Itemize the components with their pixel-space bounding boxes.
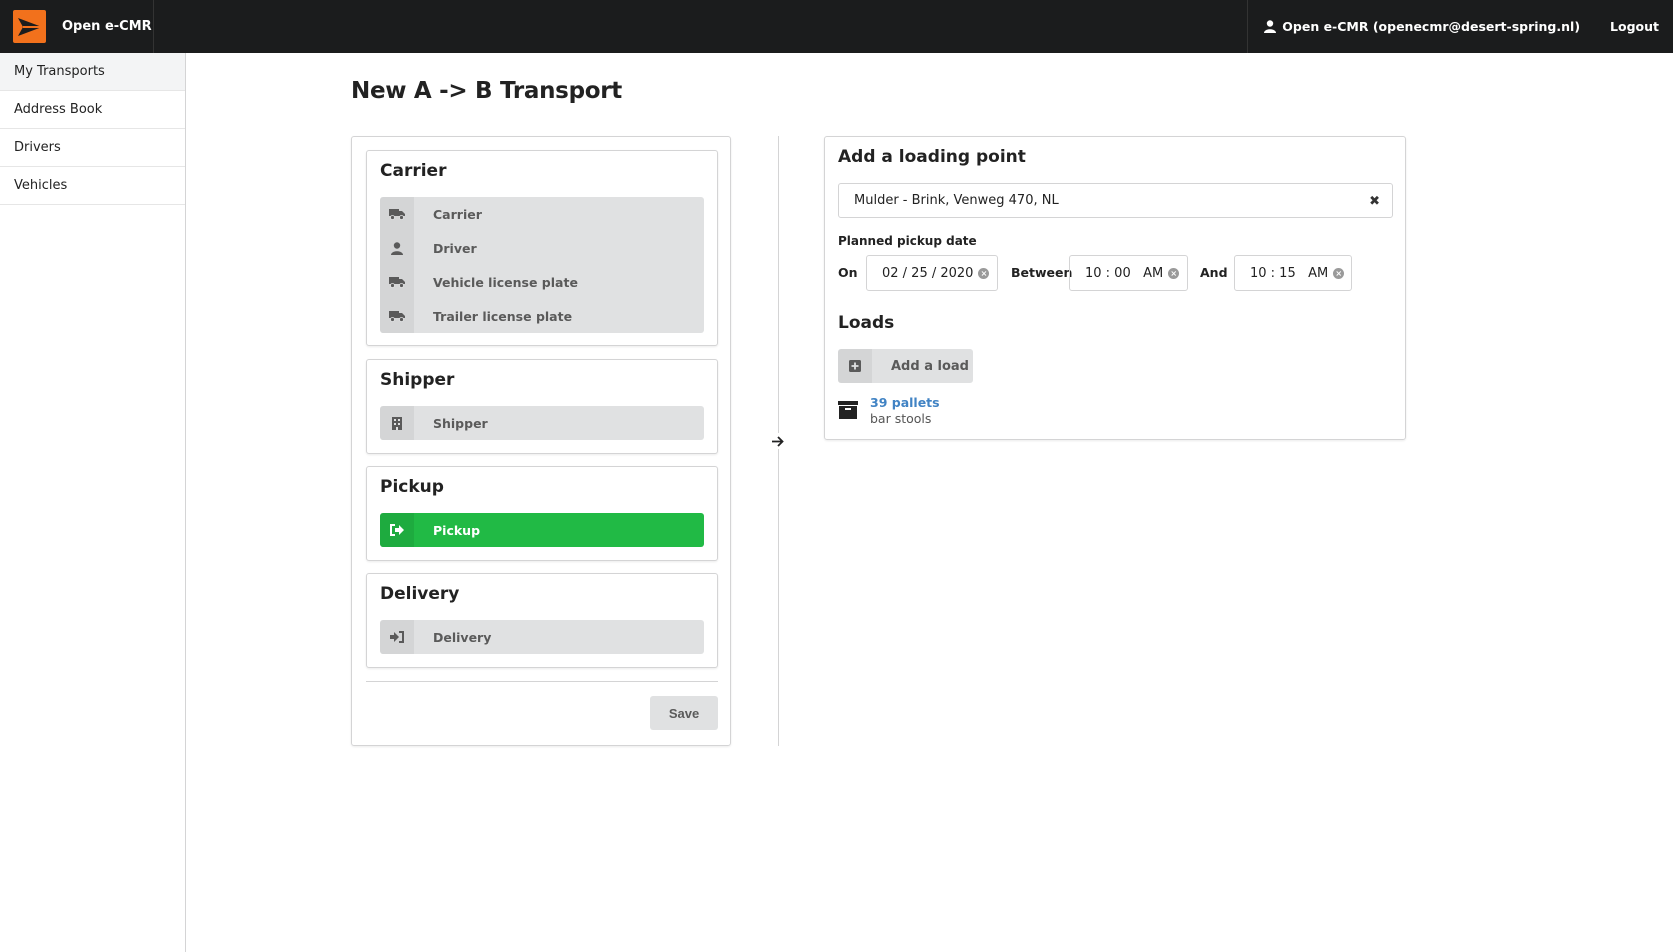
user-menu[interactable]: Open e-CMR (openecmr@desert-spring.nl) — [1247, 0, 1596, 53]
time-to-input[interactable]: 10 : 15 AM × — [1234, 255, 1352, 291]
driver-field-label: Driver — [433, 240, 477, 256]
user-icon — [1264, 20, 1277, 33]
loading-address-value: Mulder - Brink, Venweg 470, NL — [854, 193, 1059, 208]
pickup-date-row: On 02 / 25 / 2020 × Between 10 : 00 AM ×… — [838, 255, 1398, 291]
driver-field[interactable]: Driver — [380, 231, 704, 265]
transport-form-panel: Carrier Carrier Driver Vehicle license p… — [351, 136, 731, 746]
pickup-card: Pickup Pickup — [366, 466, 718, 561]
time-from-value: 10 : 00 AM — [1085, 265, 1164, 281]
load-quantity-link[interactable]: 39 pallets — [870, 395, 940, 410]
pickup-card-title: Pickup — [380, 477, 444, 497]
on-label: On — [838, 265, 858, 280]
truck-icon — [380, 265, 414, 299]
loading-point-title: Add a loading point — [838, 147, 1026, 167]
trailer-license-plate-field[interactable]: Trailer license plate — [380, 299, 704, 333]
shipper-field-label: Shipper — [433, 415, 488, 431]
user-label: Open e-CMR (openecmr@desert-spring.nl) — [1282, 19, 1581, 34]
add-load-label: Add a load — [891, 358, 969, 374]
sidebar: My Transports Address Book Drivers Vehic… — [0, 53, 186, 952]
logout-button[interactable]: Logout — [1596, 0, 1673, 53]
sidebar-item-my-transports[interactable]: My Transports — [0, 53, 185, 91]
shipper-card-title: Shipper — [380, 370, 455, 390]
delivery-field-label: Delivery — [433, 629, 492, 645]
add-load-button[interactable]: Add a load — [838, 349, 973, 383]
carrier-card-title: Carrier — [380, 161, 447, 181]
sidebar-item-vehicles[interactable]: Vehicles — [0, 167, 185, 205]
vehicle-license-plate-label: Vehicle license plate — [433, 274, 578, 290]
user-icon — [380, 231, 414, 265]
pickup-field-label: Pickup — [433, 522, 481, 538]
form-divider — [366, 681, 718, 682]
time-from-input[interactable]: 10 : 00 AM × — [1069, 255, 1188, 291]
plus-square-icon — [838, 349, 872, 383]
pickup-date-input[interactable]: 02 / 25 / 2020 × — [866, 255, 998, 291]
carrier-field[interactable]: Carrier — [380, 197, 704, 231]
save-button[interactable]: Save — [650, 696, 718, 730]
carrier-card: Carrier Carrier Driver Vehicle license p… — [366, 150, 718, 346]
delivery-card: Delivery Delivery — [366, 573, 718, 668]
planned-pickup-label: Planned pickup date — [838, 234, 977, 248]
sign-out-icon — [380, 513, 414, 547]
vehicle-license-plate-field[interactable]: Vehicle license plate — [380, 265, 704, 299]
pickup-date-value: 02 / 25 / 2020 — [882, 265, 974, 281]
delivery-card-title: Delivery — [380, 584, 460, 604]
carrier-field-label: Carrier — [433, 206, 482, 222]
pickup-field[interactable]: Pickup — [380, 513, 704, 547]
clear-icon[interactable]: ✖ — [1369, 194, 1380, 209]
delivery-field[interactable]: Delivery — [380, 620, 704, 654]
truck-icon — [380, 197, 414, 231]
loading-point-panel: Add a loading point Mulder - Brink, Venw… — [824, 136, 1406, 440]
shipper-field[interactable]: Shipper — [380, 406, 704, 440]
and-label: And — [1200, 265, 1228, 280]
carrier-fields: Carrier Driver Vehicle license plate Tra… — [380, 197, 704, 333]
archive-box-icon — [838, 401, 858, 423]
between-label: Between — [1011, 265, 1073, 280]
sidebar-item-drivers[interactable]: Drivers — [0, 129, 185, 167]
time-to-value: 10 : 15 AM — [1250, 265, 1329, 281]
clear-time-to-icon[interactable]: × — [1333, 267, 1345, 279]
truck-icon — [380, 299, 414, 333]
top-navbar: Open e-CMR Open e-CMR (openecmr@desert-s… — [0, 0, 1673, 53]
page-title: New A -> B Transport — [351, 78, 622, 104]
load-description: bar stools — [870, 411, 932, 426]
loading-address-dropdown[interactable]: Mulder - Brink, Venweg 470, NL ✖ — [838, 183, 1393, 218]
app-name: Open e-CMR — [62, 19, 152, 34]
app-logo-icon — [13, 10, 46, 43]
arrow-right-icon — [770, 433, 786, 449]
shipper-card: Shipper Shipper — [366, 359, 718, 454]
sign-in-icon — [380, 620, 414, 654]
clear-date-icon[interactable]: × — [978, 267, 990, 279]
sidebar-item-address-book[interactable]: Address Book — [0, 91, 185, 129]
building-icon — [380, 406, 414, 440]
trailer-license-plate-label: Trailer license plate — [433, 308, 573, 324]
loads-title: Loads — [838, 313, 895, 333]
brand[interactable]: Open e-CMR — [0, 0, 154, 53]
clear-time-from-icon[interactable]: × — [1168, 267, 1180, 279]
